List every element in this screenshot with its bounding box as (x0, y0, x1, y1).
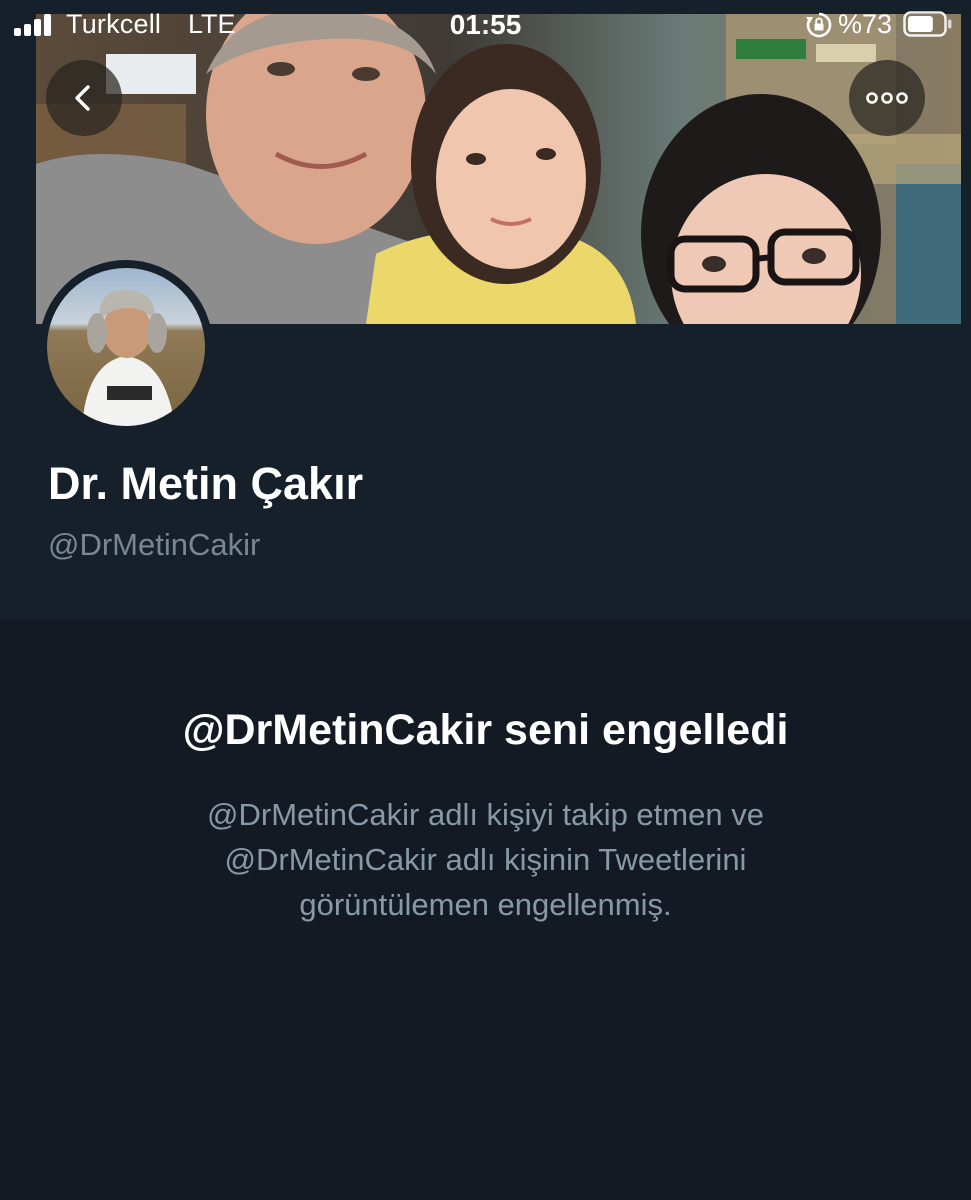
blocked-notice: @DrMetinCakir seni engelledi @DrMetinCak… (0, 620, 971, 1200)
more-horizontal-icon (866, 92, 908, 104)
blocked-description-line: @DrMetinCakir adlı kişinin Tweetlerini (224, 842, 747, 877)
battery-icon (903, 11, 952, 37)
profile-screen: Turkcell LTE 01:55 %73 Dr. Metin Çakır @… (0, 0, 971, 1200)
back-button[interactable] (46, 60, 122, 136)
more-options-button[interactable] (849, 60, 925, 136)
blocked-description-line: görüntülemen engellenmiş. (299, 887, 672, 922)
profile-display-name: Dr. Metin Çakır (48, 458, 364, 509)
blocked-description: @DrMetinCakir adlı kişiyi takip etmen ve… (100, 792, 871, 927)
profile-avatar[interactable] (39, 260, 213, 434)
profile-handle: @DrMetinCakir (48, 527, 261, 562)
blocked-title: @DrMetinCakir seni engelledi (182, 706, 789, 754)
avatar-image (47, 268, 205, 426)
rotation-lock-icon (806, 12, 832, 38)
battery-percentage: %73 (838, 9, 893, 39)
status-bar: Turkcell LTE 01:55 %73 (0, 0, 971, 50)
profile-header: Turkcell LTE 01:55 %73 Dr. Metin Çakır @… (0, 0, 971, 620)
chevron-left-icon (75, 85, 90, 111)
blocked-description-line: @DrMetinCakir adlı kişiyi takip etmen ve (207, 797, 764, 832)
